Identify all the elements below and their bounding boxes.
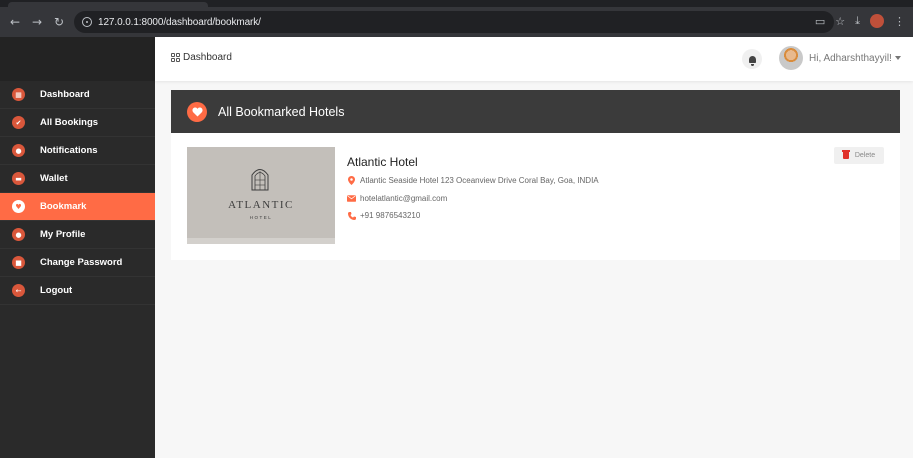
page-title: All Bookmarked Hotels — [218, 104, 345, 119]
browser-tab-strip — [0, 0, 913, 7]
sidebar-item-my-profile[interactable]: ● My Profile — [0, 221, 155, 249]
heart-icon: ♥ — [12, 200, 25, 213]
sidebar-item-label: Wallet — [40, 173, 68, 184]
delete-button[interactable]: Delete — [834, 147, 884, 164]
reading-mode-icon[interactable]: ▭ — [815, 15, 825, 28]
url-path: /dashboard/bookmark/ — [163, 16, 261, 28]
sidebar-item-logout[interactable]: ← Logout — [0, 277, 155, 305]
notification-bell-icon[interactable] — [742, 49, 762, 69]
sidebar-item-change-password[interactable]: ■ Change Password — [0, 249, 155, 277]
location-pin-icon — [347, 176, 356, 185]
reload-icon[interactable]: ↻ — [50, 15, 68, 29]
sidebar-item-label: All Bookings — [40, 117, 99, 128]
heart-icon — [187, 101, 207, 122]
hotel-name[interactable]: Atlantic Hotel — [347, 155, 418, 169]
sidebar-item-label: Bookmark — [40, 201, 87, 212]
hotel-phone: +91 9876543210 — [360, 211, 421, 220]
hotel-address-row: Atlantic Seaside Hotel 123 Oceanview Dri… — [347, 176, 599, 185]
sidebar-item-all-bookings[interactable]: ✔ All Bookings — [0, 109, 155, 137]
hotel-logo-icon — [251, 169, 269, 191]
user-icon: ● — [12, 228, 25, 241]
breadcrumb-label: Dashboard — [183, 52, 232, 63]
top-bar: Dashboard Hi, Adharshthayyil! — [155, 37, 913, 81]
user-menu[interactable]: Hi, Adharshthayyil! — [809, 53, 901, 64]
check-icon: ✔ — [12, 116, 25, 129]
forward-icon[interactable]: → — [28, 15, 46, 29]
hotel-image[interactable]: ATLANTIC HOTEL — [187, 147, 335, 244]
bookmark-star-icon[interactable]: ☆ — [835, 15, 845, 28]
sidebar-item-label: Dashboard — [40, 89, 90, 100]
sidebar-item-label: Change Password — [40, 257, 123, 268]
browser-toolbar: ← → ↻ 127.0.0.1:8000/dashboard/bookmark/… — [0, 7, 913, 37]
download-icon[interactable]: ⤓ — [855, 14, 860, 28]
envelope-icon — [347, 195, 356, 202]
card-header: All Bookmarked Hotels — [171, 90, 900, 133]
dashboard-grid-icon — [171, 53, 180, 62]
browser-menu-icon[interactable]: ⋮ — [894, 15, 905, 28]
trash-icon — [841, 150, 850, 159]
chevron-down-icon — [894, 56, 901, 61]
sidebar: ▦ Dashboard ✔ All Bookings ● Notificatio… — [0, 37, 155, 458]
site-info-icon[interactable] — [82, 17, 92, 27]
avatar[interactable] — [779, 46, 803, 70]
hotel-phone-row: +91 9876543210 — [347, 211, 420, 220]
hotel-logo-subtext: HOTEL — [249, 215, 273, 220]
sidebar-item-bookmark[interactable]: ♥ Bookmark — [0, 193, 155, 221]
breadcrumb[interactable]: Dashboard — [171, 52, 232, 63]
delete-button-label: Delete — [854, 152, 876, 159]
grid-icon: ▦ — [12, 88, 25, 101]
bookmarks-card: All Bookmarked Hotels ATLANTIC HOTEL Atl… — [171, 90, 900, 260]
sidebar-item-wallet[interactable]: ▬ Wallet — [0, 165, 155, 193]
phone-icon — [347, 211, 356, 220]
address-bar[interactable]: 127.0.0.1:8000/dashboard/bookmark/ — [74, 11, 834, 33]
hotel-email-row: hotelatlantic@gmail.com — [347, 194, 447, 203]
sidebar-item-dashboard[interactable]: ▦ Dashboard — [0, 81, 155, 109]
hotel-logo-text: ATLANTIC — [228, 199, 294, 211]
user-greeting: Hi, Adharshthayyil! — [809, 53, 892, 64]
sidebar-item-label: My Profile — [40, 229, 86, 240]
hotel-address: Atlantic Seaside Hotel 123 Oceanview Dri… — [360, 176, 599, 185]
wallet-icon: ▬ — [12, 172, 25, 185]
sidebar-item-notifications[interactable]: ● Notifications — [0, 137, 155, 165]
bell-icon: ● — [12, 144, 25, 157]
sidebar-item-label: Notifications — [40, 145, 98, 156]
logout-icon: ← — [12, 284, 25, 297]
url-host: 127.0.0.1:8000 — [98, 16, 164, 28]
back-icon[interactable]: ← — [6, 15, 24, 29]
sidebar-item-label: Logout — [40, 285, 73, 296]
profile-avatar-icon[interactable] — [870, 14, 884, 28]
hotel-email: hotelatlantic@gmail.com — [360, 194, 448, 203]
lock-icon: ■ — [12, 256, 25, 269]
sidebar-header — [0, 37, 155, 81]
